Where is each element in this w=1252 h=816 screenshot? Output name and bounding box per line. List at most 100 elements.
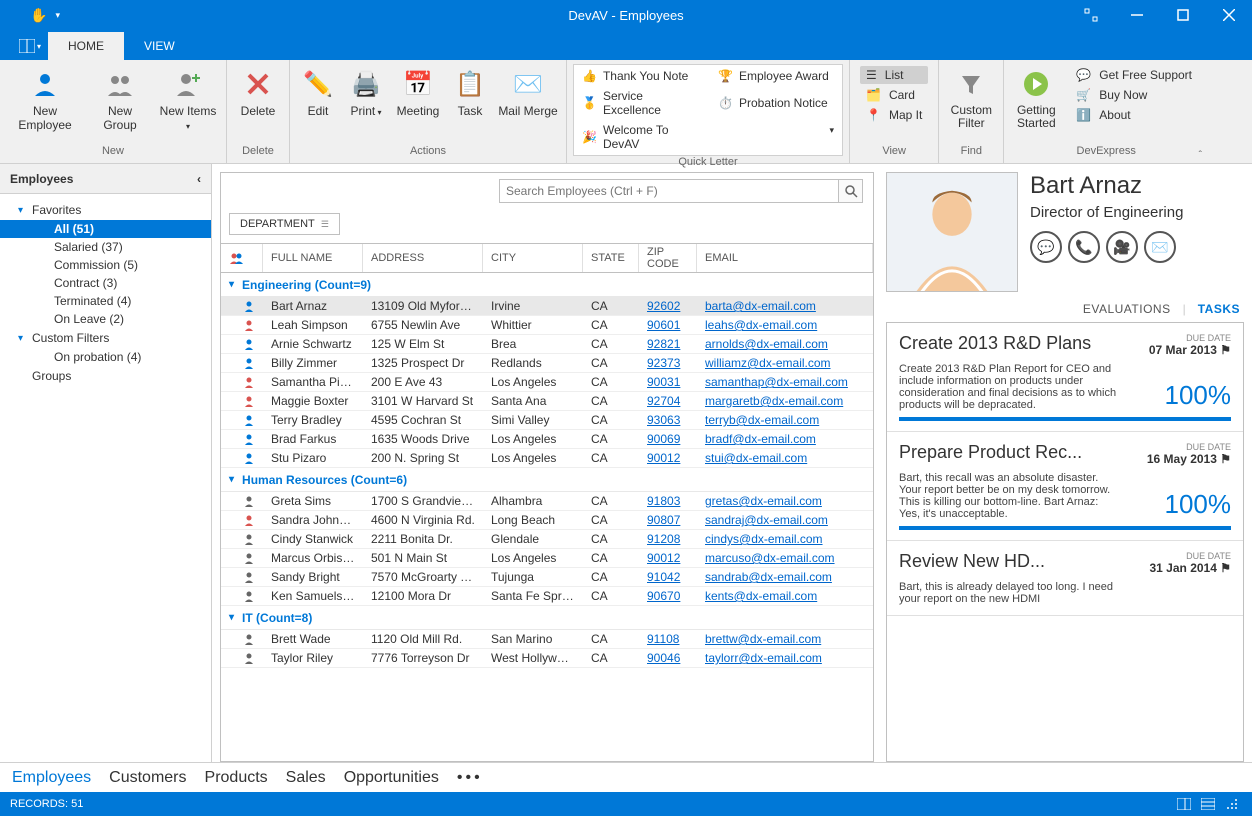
table-row[interactable]: Maggie Boxter3101 W Harvard StSanta AnaC… bbox=[221, 392, 873, 411]
table-row[interactable]: Billy Zimmer1325 Prospect DrRedlandsCA92… bbox=[221, 354, 873, 373]
buy-now-button[interactable]: 🛒Buy Now bbox=[1072, 86, 1196, 104]
cell-email[interactable]: terryb@dx-email.com bbox=[697, 413, 873, 427]
video-button[interactable]: 🎥 bbox=[1106, 231, 1138, 263]
get-support-button[interactable]: 💬Get Free Support bbox=[1072, 66, 1196, 84]
task-button[interactable]: 📋Task bbox=[448, 64, 492, 122]
table-row[interactable]: Brett Wade1120 Old Mill Rd.San MarinoCA9… bbox=[221, 630, 873, 649]
collapse-sidebar-icon[interactable]: ‹ bbox=[197, 172, 201, 186]
table-row[interactable]: Greta Sims1700 S Grandview Dr.AlhambraCA… bbox=[221, 492, 873, 511]
cell-zip[interactable]: 91108 bbox=[639, 632, 697, 646]
ribbon-collapse-icon[interactable]: ˆ bbox=[1199, 150, 1202, 161]
quick-letter-thank-you[interactable]: 👍Thank You Note bbox=[582, 67, 698, 85]
cell-zip[interactable]: 90012 bbox=[639, 551, 697, 565]
sidebar-item[interactable]: On probation (4) bbox=[0, 348, 211, 366]
cell-zip[interactable]: 91803 bbox=[639, 494, 697, 508]
cell-email[interactable]: leahs@dx-email.com bbox=[697, 318, 873, 332]
ribbon-tab-home[interactable]: HOME bbox=[48, 32, 124, 60]
ribbon-menu-icon[interactable]: ▾ bbox=[12, 32, 48, 60]
view-map-button[interactable]: 📍Map It bbox=[860, 106, 928, 124]
cell-zip[interactable]: 92821 bbox=[639, 337, 697, 351]
table-row[interactable]: Stu Pizaro200 N. Spring StLos AngelesCA9… bbox=[221, 449, 873, 468]
quick-letter-welcome[interactable]: 🎉Welcome To DevAV bbox=[582, 121, 698, 153]
quick-letter-probation[interactable]: ⏱️Probation Notice bbox=[718, 87, 834, 119]
col-header-zip[interactable]: ZIP CODE bbox=[639, 244, 697, 272]
group-row[interactable]: ▾Engineering (Count=9) bbox=[221, 273, 873, 297]
ribbon-tab-view[interactable]: VIEW bbox=[124, 32, 195, 60]
cell-email[interactable]: sandrab@dx-email.com bbox=[697, 570, 873, 584]
table-row[interactable]: Sandra Johnson4600 N Virginia Rd.Long Be… bbox=[221, 511, 873, 530]
tree-groups[interactable]: Groups bbox=[0, 366, 211, 386]
cell-email[interactable]: gretas@dx-email.com bbox=[697, 494, 873, 508]
nav-products[interactable]: Products bbox=[205, 769, 268, 787]
tab-tasks[interactable]: TASKS bbox=[1198, 302, 1240, 316]
task-item[interactable]: Create 2013 R&D PlansDUE DATE07 Mar 2013… bbox=[887, 323, 1243, 432]
resize-grip-icon[interactable] bbox=[1222, 795, 1242, 813]
table-row[interactable]: Sandy Bright7570 McGroarty TerTujungaCA9… bbox=[221, 568, 873, 587]
about-button[interactable]: ℹ️About bbox=[1072, 106, 1196, 124]
cell-zip[interactable]: 92602 bbox=[639, 299, 697, 313]
cell-zip[interactable]: 92373 bbox=[639, 356, 697, 370]
cell-zip[interactable]: 91208 bbox=[639, 532, 697, 546]
tree-favorites[interactable]: ▾Favorites bbox=[0, 200, 211, 220]
dropdown-icon[interactable]: ▾ bbox=[55, 10, 60, 21]
new-group-button[interactable]: New Group bbox=[88, 64, 152, 136]
table-row[interactable]: Arnie Schwartz125 W Elm StBreaCA92821arn… bbox=[221, 335, 873, 354]
sidebar-item[interactable]: On Leave (2) bbox=[0, 310, 211, 328]
reading-view-icon[interactable] bbox=[1198, 795, 1218, 813]
new-items-button[interactable]: New Items ▾ bbox=[156, 64, 220, 136]
nav-employees[interactable]: Employees bbox=[12, 769, 91, 787]
cell-zip[interactable]: 92704 bbox=[639, 394, 697, 408]
fullscreen-icon[interactable] bbox=[1068, 0, 1114, 30]
table-row[interactable]: Cindy Stanwick2211 Bonita Dr.GlendaleCA9… bbox=[221, 530, 873, 549]
quick-letter-excellence[interactable]: 🥇Service Excellence bbox=[582, 87, 698, 119]
cell-email[interactable]: kents@dx-email.com bbox=[697, 589, 873, 603]
cell-email[interactable]: samanthap@dx-email.com bbox=[697, 375, 873, 389]
normal-view-icon[interactable] bbox=[1174, 795, 1194, 813]
edit-button[interactable]: ✏️Edit bbox=[296, 64, 340, 122]
cell-email[interactable]: bradf@dx-email.com bbox=[697, 432, 873, 446]
table-row[interactable]: Terry Bradley4595 Cochran StSimi ValleyC… bbox=[221, 411, 873, 430]
cell-email[interactable]: williamz@dx-email.com bbox=[697, 356, 873, 370]
cell-zip[interactable]: 90069 bbox=[639, 432, 697, 446]
hand-icon[interactable]: ✋ bbox=[30, 7, 47, 24]
tab-evaluations[interactable]: EVALUATIONS bbox=[1083, 302, 1171, 316]
table-row[interactable]: Brad Farkus1635 Woods DriveLos AngelesCA… bbox=[221, 430, 873, 449]
cell-email[interactable]: taylorr@dx-email.com bbox=[697, 651, 873, 665]
table-row[interactable]: Leah Simpson6755 Newlin AveWhittierCA906… bbox=[221, 316, 873, 335]
cell-email[interactable]: stui@dx-email.com bbox=[697, 451, 873, 465]
cell-email[interactable]: barta@dx-email.com bbox=[697, 299, 873, 313]
message-button[interactable]: 💬 bbox=[1030, 231, 1062, 263]
cell-email[interactable]: margaretb@dx-email.com bbox=[697, 394, 873, 408]
cell-zip[interactable]: 90046 bbox=[639, 651, 697, 665]
print-button[interactable]: 🖨️Print ▾ bbox=[344, 64, 388, 122]
custom-filter-button[interactable]: Custom Filter bbox=[945, 64, 997, 134]
cell-email[interactable]: arnolds@dx-email.com bbox=[697, 337, 873, 351]
sidebar-item[interactable]: Contract (3) bbox=[0, 274, 211, 292]
col-header-email[interactable]: EMAIL bbox=[697, 244, 873, 272]
meeting-button[interactable]: 📅Meeting bbox=[392, 64, 444, 122]
table-row[interactable]: Samantha Piper200 E Ave 43Los AngelesCA9… bbox=[221, 373, 873, 392]
group-row[interactable]: ▾Human Resources (Count=6) bbox=[221, 468, 873, 492]
quick-letter-dropdown-icon[interactable]: ▾ bbox=[830, 125, 835, 135]
col-header-name[interactable]: FULL NAME bbox=[263, 244, 363, 272]
col-header-icon[interactable] bbox=[221, 244, 263, 272]
task-item[interactable]: Prepare Product Rec...DUE DATE16 May 201… bbox=[887, 432, 1243, 541]
grid-body[interactable]: ▾Engineering (Count=9)Bart Arnaz13109 Ol… bbox=[221, 273, 873, 761]
cell-zip[interactable]: 90807 bbox=[639, 513, 697, 527]
search-input[interactable] bbox=[499, 179, 839, 203]
mail-merge-button[interactable]: ✉️Mail Merge bbox=[496, 64, 560, 122]
cell-zip[interactable]: 90012 bbox=[639, 451, 697, 465]
tree-custom-filters[interactable]: ▾Custom Filters bbox=[0, 328, 211, 348]
table-row[interactable]: Taylor Riley7776 Torreyson DrWest Hollyw… bbox=[221, 649, 873, 668]
col-header-address[interactable]: ADDRESS bbox=[363, 244, 483, 272]
task-item[interactable]: Review New HD...DUE DATE31 Jan 2014 ⚑Bar… bbox=[887, 541, 1243, 616]
search-button[interactable] bbox=[839, 179, 863, 203]
group-row[interactable]: ▾IT (Count=8) bbox=[221, 606, 873, 630]
nav-sales[interactable]: Sales bbox=[286, 769, 326, 787]
cell-zip[interactable]: 93063 bbox=[639, 413, 697, 427]
nav-more[interactable]: ••• bbox=[457, 769, 483, 787]
cell-email[interactable]: cindys@dx-email.com bbox=[697, 532, 873, 546]
view-list-button[interactable]: ☰List bbox=[860, 66, 928, 84]
cell-zip[interactable]: 90031 bbox=[639, 375, 697, 389]
close-button[interactable] bbox=[1206, 0, 1252, 30]
